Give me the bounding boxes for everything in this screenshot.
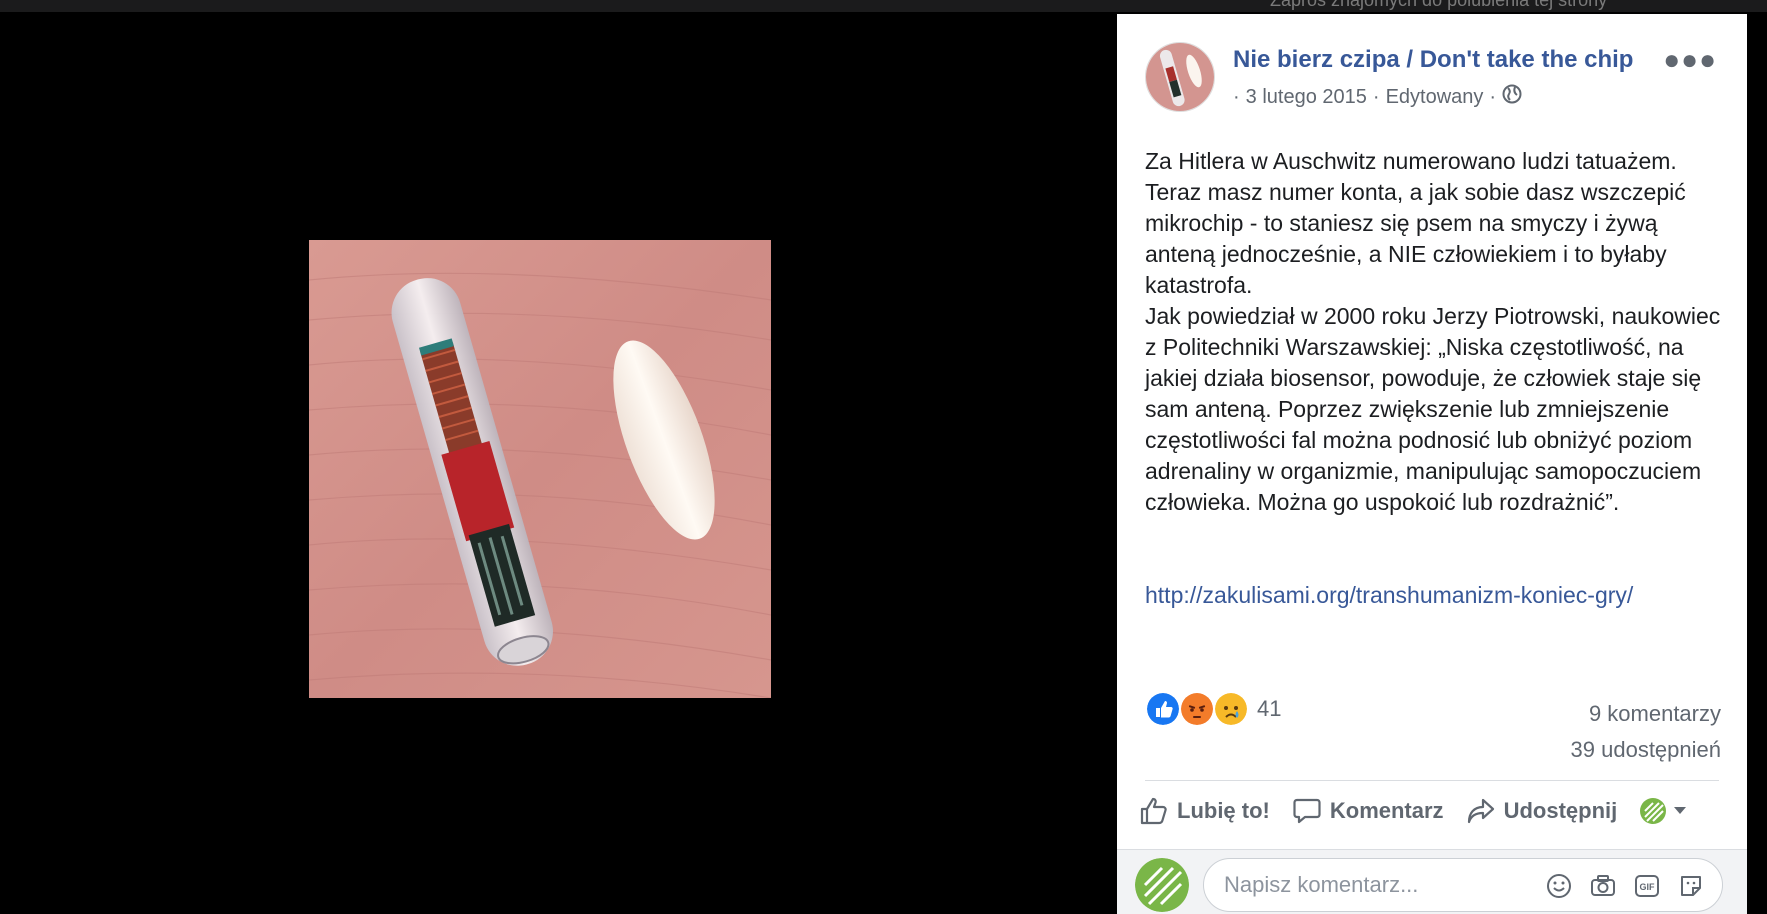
globe-icon[interactable] (1502, 84, 1522, 110)
engagement-counts: 9 komentarzy 39 udostępnień (1571, 696, 1721, 768)
share-label: Udostępnij (1503, 798, 1618, 823)
comment-composer: Napisz komentarz... GIF (1117, 849, 1747, 914)
divider (1145, 780, 1719, 781)
gif-icon[interactable]: GIF (1634, 873, 1660, 899)
camera-icon[interactable] (1590, 873, 1616, 899)
sticker-icon[interactable] (1678, 873, 1704, 899)
share-icon (1467, 798, 1494, 824)
top-strip: Zaproś znajomych do polubienia tej stron… (0, 0, 1767, 12)
page-identity-icon (1640, 798, 1667, 824)
emoji-icon[interactable] (1546, 873, 1572, 899)
post-link[interactable]: http://zakulisami.org/transhumanizm-koni… (1145, 582, 1633, 609)
share-button[interactable]: Udostępnij (1466, 796, 1618, 826)
top-strip-text: Zaproś znajomych do polubienia tej stron… (1270, 0, 1608, 10)
post-meta: · 3 lutego 2015 · Edytowany · (1233, 84, 1522, 110)
page-name-link[interactable]: Nie bierz czipa / Don't take the chip (1233, 46, 1633, 74)
post-text: Za Hitlera w Auschwitz numerowano ludzi … (1145, 148, 1721, 515)
comment-placeholder: Napisz komentarz... (1224, 872, 1419, 897)
page-avatar[interactable] (1145, 42, 1215, 112)
angry-reaction-icon (1179, 691, 1215, 727)
post-date[interactable]: 3 lutego 2015 (1246, 86, 1367, 109)
reactions-summary[interactable]: 41 (1145, 691, 1281, 727)
like-label: Lubię to! (1177, 798, 1270, 823)
more-options-icon[interactable]: ●●● (1663, 44, 1717, 76)
meta-separator: · (1372, 85, 1380, 108)
sad-reaction-icon (1213, 691, 1249, 727)
chevron-down-icon (1674, 807, 1687, 814)
thumbs-up-icon (1140, 797, 1167, 825)
post-actions: Lubię to! Komentarz Udostępnij (1139, 796, 1687, 826)
meta-separator: · (1489, 85, 1497, 108)
post-photo[interactable] (309, 240, 771, 698)
like-button[interactable]: Lubię to! (1139, 796, 1270, 826)
reaction-count: 41 (1257, 696, 1282, 721)
edited-label[interactable]: Edytowany (1386, 86, 1484, 109)
composer-icons: GIF (1546, 873, 1704, 899)
user-avatar (1135, 858, 1189, 912)
meta-separator: · (1233, 85, 1240, 108)
comment-label: Komentarz (1329, 798, 1444, 823)
shares-count[interactable]: 39 udostępnień (1571, 732, 1721, 768)
post-sidebar: Nie bierz czipa / Don't take the chip · … (1117, 14, 1747, 914)
comment-button[interactable]: Komentarz (1292, 796, 1444, 826)
svg-text:GIF: GIF (1640, 882, 1656, 892)
photo-viewer (0, 12, 1117, 913)
comments-count[interactable]: 9 komentarzy (1571, 696, 1721, 732)
post-as-selector[interactable] (1639, 797, 1687, 825)
like-reaction-icon (1145, 691, 1181, 727)
comment-input[interactable]: Napisz komentarz... GIF (1203, 858, 1723, 912)
comment-icon (1293, 798, 1321, 824)
